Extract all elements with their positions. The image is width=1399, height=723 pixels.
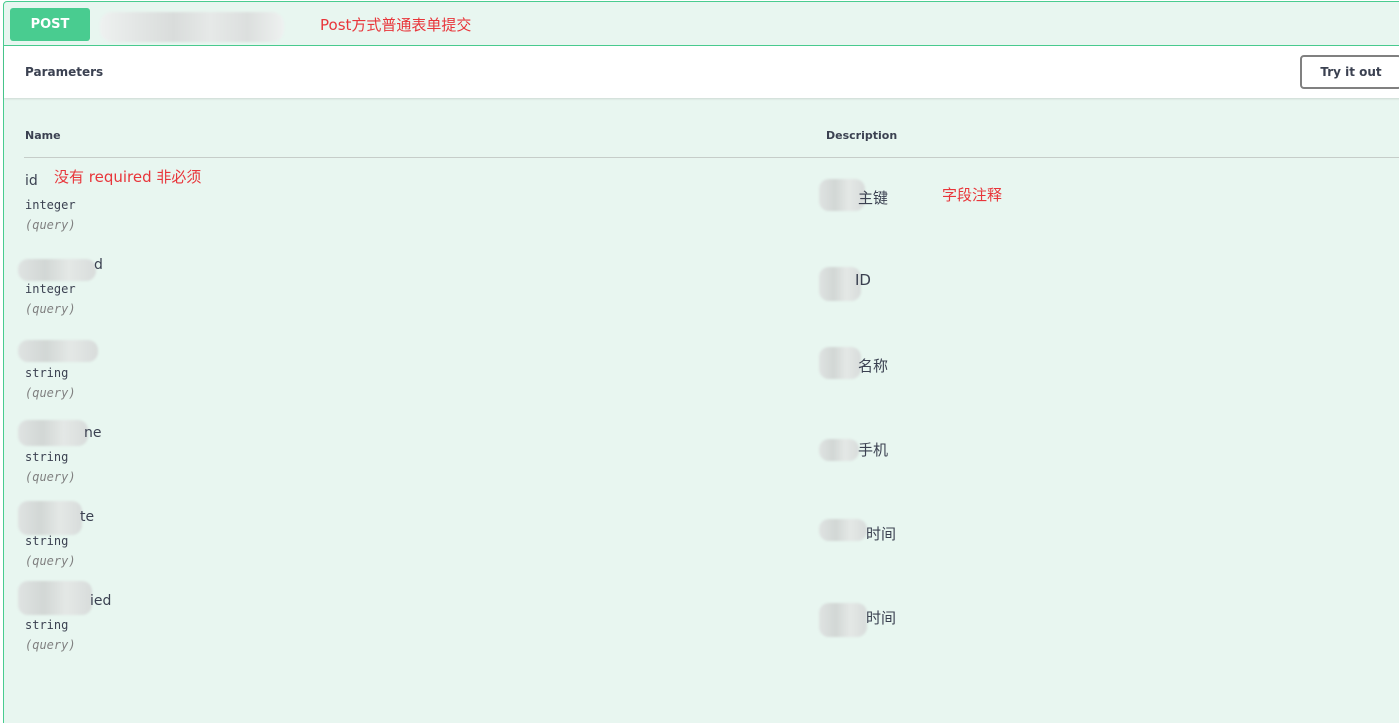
parameter-row: ne string (query) 手机 <box>0 420 1399 509</box>
parameter-row: d integer (query) ID <box>0 257 1399 341</box>
parameter-location: (query) <box>25 554 76 568</box>
parameter-type: string <box>25 366 69 380</box>
name-column-header: Name <box>25 129 61 142</box>
parameter-location: (query) <box>25 470 76 484</box>
redacted-name <box>18 581 92 615</box>
redacted-name <box>18 501 82 535</box>
redacted-path <box>100 12 284 42</box>
operation-summary[interactable]: POST Post方式普通表单提交 <box>4 2 1399 46</box>
redacted-description <box>819 603 867 637</box>
parameter-name: ied <box>90 593 112 609</box>
parameter-description: 名称 <box>858 357 889 375</box>
parameter-description: 主键 <box>858 189 889 207</box>
parameter-type: integer <box>25 282 76 296</box>
parameter-name: id <box>25 173 38 189</box>
parameter-type: string <box>25 618 69 632</box>
parameter-name: ne <box>84 425 102 441</box>
parameter-row: te string (query) 时间 <box>0 501 1399 593</box>
parameter-row: id 没有 required 非必须 integer (query) 主键 字段… <box>0 168 1399 257</box>
parameter-row: string (query) 名称 <box>0 340 1399 425</box>
description-column-header: Description <box>826 129 898 142</box>
parameter-location: (query) <box>25 218 76 232</box>
parameter-location: (query) <box>25 302 76 316</box>
redacted-description <box>819 347 861 379</box>
redacted-description <box>819 519 867 541</box>
redacted-description <box>819 439 859 461</box>
parameter-description: 时间 <box>866 525 897 543</box>
description-annotation: 字段注释 <box>942 186 1003 204</box>
parameters-header: Parameters Try it out <box>4 46 1399 98</box>
parameter-description: ID <box>855 271 871 289</box>
parameter-row: ied string (query) 时间 <box>0 581 1399 677</box>
summary-annotation: Post方式普通表单提交 <box>320 16 472 34</box>
parameter-location: (query) <box>25 386 76 400</box>
redacted-name <box>18 420 88 446</box>
parameter-description: 时间 <box>866 609 897 627</box>
parameter-type: integer <box>25 198 76 212</box>
required-annotation: 没有 required 非必须 <box>54 168 202 186</box>
parameter-location: (query) <box>25 638 76 652</box>
parameter-description: 手机 <box>858 441 889 459</box>
parameter-type: string <box>25 534 69 548</box>
redacted-name <box>18 340 98 362</box>
parameters-title: Parameters <box>25 65 104 79</box>
header-divider <box>24 157 1399 158</box>
parameter-type: string <box>25 450 69 464</box>
parameter-name: te <box>80 509 95 525</box>
try-it-out-button[interactable]: Try it out <box>1300 55 1399 89</box>
method-badge: POST <box>10 8 90 41</box>
redacted-name <box>18 259 96 281</box>
parameter-name: d <box>94 257 103 273</box>
